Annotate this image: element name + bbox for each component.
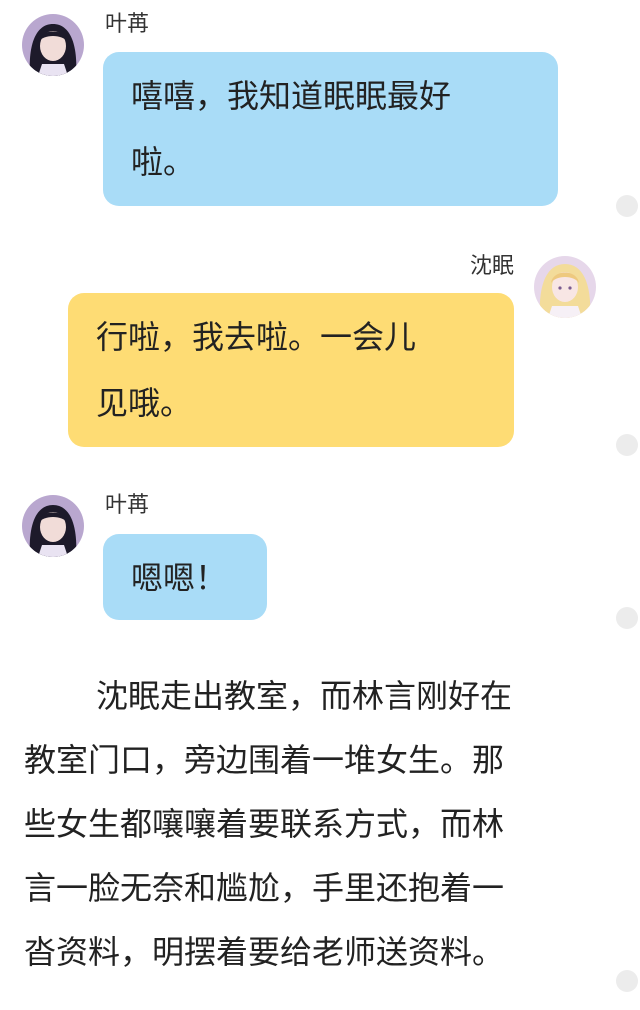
avatar-shen-mian[interactable] — [534, 256, 596, 318]
speaker-name: 叶苒 — [105, 493, 150, 518]
chat-bubble-line: 见哦。 — [96, 384, 193, 422]
chat-bubble-line: 嗯嗯！ — [131, 559, 228, 597]
dark-haired-girl-avatar — [22, 14, 84, 76]
chat-bubble-line: 啦。 — [131, 143, 196, 181]
narration-line: 言一脸无奈和尴尬，手里还抱着一 — [24, 869, 505, 907]
speaker-name: 沈眠 — [469, 254, 514, 279]
narration-line: 教室门口，旁边围着一堆女生。那 — [24, 741, 505, 779]
scroll-dot — [616, 970, 638, 992]
dark-haired-girl-avatar — [22, 495, 84, 557]
avatar-ye-ran[interactable] — [22, 495, 84, 557]
chat-bubble-line: 嘻嘻，我知道眠眠最好 — [131, 77, 452, 115]
chat-bubble-line: 行啦，我去啦。一会儿 — [96, 318, 417, 356]
narration-line: 沈眠走出教室，而林言刚好在 — [96, 677, 513, 715]
speaker-name: 叶苒 — [105, 12, 150, 37]
chat-bubble: 嘻嘻，我知道眠眠最好 啦。 — [103, 52, 558, 206]
scroll-dot — [616, 434, 638, 456]
narration-line: 些女生都嚷嚷着要联系方式，而林 — [24, 805, 505, 843]
scroll-dot — [616, 195, 638, 217]
narration-line: 沓资料，明摆着要给老师送资料。 — [24, 933, 505, 971]
chat-bubble: 嗯嗯！ — [103, 534, 267, 620]
scroll-dot — [616, 607, 638, 629]
blonde-girl-avatar — [534, 256, 596, 318]
avatar-ye-ran[interactable] — [22, 14, 84, 76]
chat-bubble: 行啦，我去啦。一会儿 见哦。 — [68, 293, 514, 447]
narration-paragraph: 沈眠走出教室，而林言刚好在 教室门口，旁边围着一堆女生。那 些女生都嚷嚷着要联系… — [24, 664, 624, 984]
